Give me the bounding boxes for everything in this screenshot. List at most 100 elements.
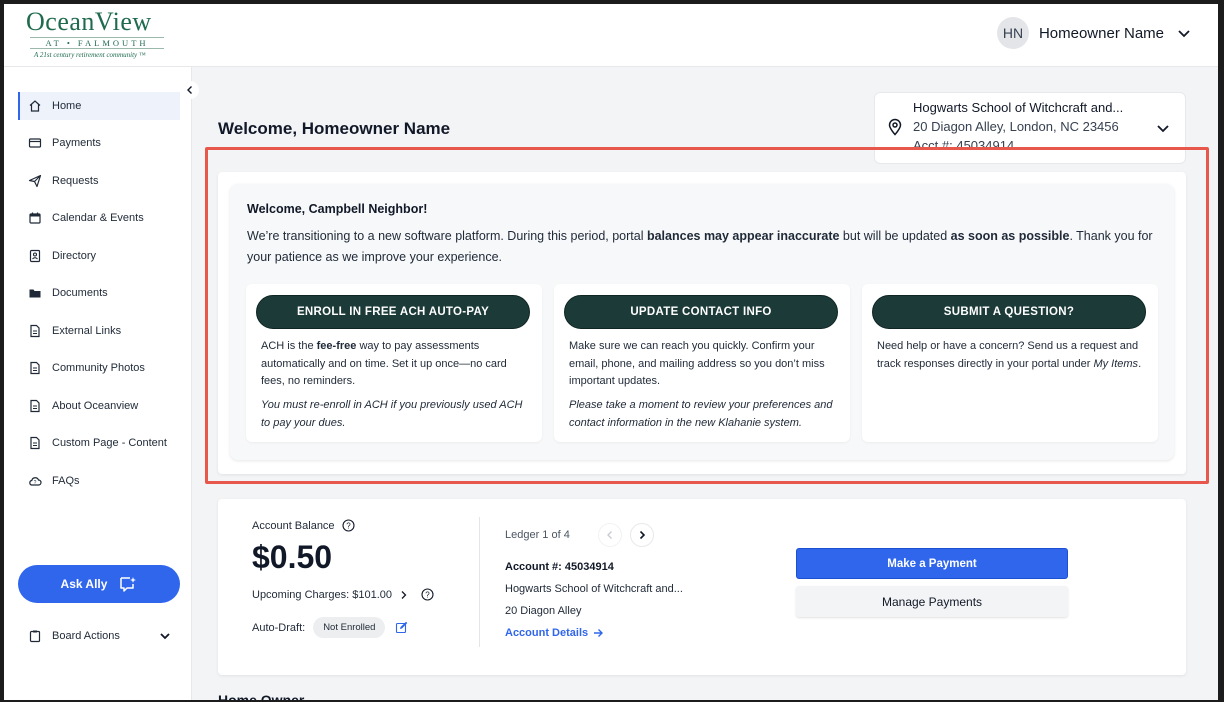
sidebar-item-about-oceanview[interactable]: About Oceanview: [18, 392, 180, 420]
chevron-down-icon: [160, 633, 170, 640]
home-icon: [29, 100, 41, 112]
logo-title: OceanView: [26, 7, 152, 36]
ledger-account-number: Account #: 45034914: [505, 561, 614, 573]
enroll-ach-button[interactable]: ENROLL IN FREE ACH AUTO-PAY: [256, 295, 530, 329]
page-document-icon: [30, 436, 40, 450]
chat-sparkle-icon: [120, 577, 137, 592]
edit-icon[interactable]: [395, 621, 408, 634]
user-name: Homeowner Name: [1038, 24, 1164, 42]
sidebar-item-label: Custom Page - Content: [52, 437, 167, 449]
account-details-label: Account Details: [505, 627, 589, 639]
account-details-link[interactable]: Account Details: [505, 627, 604, 639]
announcement-title: Welcome, Campbell Neighbor!: [247, 202, 428, 216]
sidebar-item-label: Documents: [52, 287, 108, 299]
ach-card: ENROLL IN FREE ACH AUTO-PAY ACH is the f…: [246, 284, 542, 442]
calendar-icon: [29, 212, 41, 224]
help-circle-icon[interactable]: ?: [421, 588, 434, 601]
submit-question-button[interactable]: SUBMIT A QUESTION?: [872, 295, 1146, 329]
send-icon: [28, 174, 42, 188]
contact-book-icon: [29, 249, 41, 263]
property-name: Hogwarts School of Witchcraft and...: [913, 100, 1124, 115]
cloud-question-icon: ?: [29, 477, 42, 486]
home-owner-section-title: Home Owner: [218, 692, 305, 700]
avatar: HN: [996, 17, 1029, 49]
question-description: Need help or have a concern? Send us a r…: [877, 340, 1142, 370]
sidebar-item-board-actions[interactable]: Board Actions: [18, 622, 180, 650]
sidebar-item-label: About Oceanview: [52, 400, 139, 412]
question-card: SUBMIT A QUESTION? Need help or have a c…: [862, 284, 1158, 442]
app-window: OceanView AT • FALMOUTH A 21st century r…: [4, 4, 1218, 700]
update-contact-button[interactable]: UPDATE CONTACT INFO: [564, 295, 838, 329]
credit-card-icon: [28, 138, 42, 148]
chevron-left-icon: [607, 531, 612, 539]
sidebar-item-documents[interactable]: Documents: [18, 279, 180, 307]
svg-text:?: ?: [425, 590, 430, 599]
chevron-right-icon: [639, 530, 646, 540]
info-document-icon: [30, 399, 40, 413]
make-payment-button[interactable]: Make a Payment: [796, 548, 1068, 579]
ledger-next-button[interactable]: [630, 523, 654, 547]
sidebar-item-label: Payments: [52, 137, 101, 149]
property-address: 20 Diagon Alley, London, NC 23456: [913, 119, 1119, 134]
status-badge: Not Enrolled: [313, 617, 386, 638]
svg-text:?: ?: [346, 521, 351, 530]
user-menu[interactable]: HN Homeowner Name: [996, 17, 1192, 49]
main-content: Welcome, Homeowner Name Hogwarts School …: [192, 67, 1218, 700]
sidebar-item-external-links[interactable]: External Links: [18, 317, 180, 345]
contact-card: UPDATE CONTACT INFO Make sure we can rea…: [554, 284, 850, 442]
announcement-text: We’re transitioning to a new software pl…: [247, 229, 1153, 264]
photo-document-icon: [30, 361, 40, 375]
clipboard-icon: [29, 630, 41, 643]
sidebar-item-requests[interactable]: Requests: [18, 167, 180, 195]
sidebar-item-faqs[interactable]: ? FAQs: [18, 467, 180, 495]
announcement-card: Welcome, Campbell Neighbor! We’re transi…: [230, 184, 1174, 460]
sidebar-item-label: Home: [52, 100, 82, 112]
svg-text:?: ?: [34, 480, 37, 486]
ask-ally-label: Ask Ally: [60, 577, 108, 591]
manage-payments-button[interactable]: Manage Payments: [796, 586, 1068, 617]
folder-icon: [29, 289, 41, 298]
upcoming-charges: Upcoming Charges: $101.00: [252, 588, 393, 601]
property-account: Acct #: 45034914: [913, 138, 1015, 153]
ledger-label: Ledger 1 of 4: [505, 529, 570, 541]
ledger-prev-button[interactable]: [598, 523, 622, 547]
chevron-down-icon: [1178, 30, 1190, 38]
arrow-right-icon: [594, 629, 604, 637]
page-title: Welcome, Homeowner Name: [218, 119, 451, 138]
ledger-street: 20 Diagon Alley: [505, 605, 582, 617]
help-circle-icon[interactable]: ?: [342, 519, 355, 532]
contact-description: Make sure we can reach you quickly. Conf…: [569, 340, 825, 387]
auto-draft-label: Auto-Draft:: [252, 621, 306, 634]
sidebar-item-payments[interactable]: Payments: [18, 129, 180, 157]
sidebar-item-directory[interactable]: Directory: [18, 242, 180, 270]
balance-label-row: Account Balance ?: [252, 519, 355, 532]
sidebar-item-custom-page[interactable]: Custom Page - Content: [18, 429, 180, 457]
sidebar-item-label: Calendar & Events: [52, 212, 144, 224]
balance-label: Account Balance: [252, 519, 335, 532]
contact-note: Please take a moment to review your pref…: [569, 399, 833, 429]
ledger-property-name: Hogwarts School of Witchcraft and...: [505, 583, 683, 595]
sidebar: Home Payments Requests Calendar & Events…: [4, 67, 192, 700]
chevron-right-icon: [401, 590, 407, 599]
sidebar-item-community-photos[interactable]: Community Photos: [18, 354, 180, 382]
sidebar-item-calendar-events[interactable]: Calendar & Events: [18, 204, 180, 232]
chevron-down-icon: [1157, 125, 1169, 133]
top-bar: OceanView AT • FALMOUTH A 21st century r…: [4, 4, 1218, 67]
sidebar-item-label: FAQs: [52, 475, 80, 487]
sidebar-item-label: External Links: [52, 325, 122, 337]
auto-draft-row: Auto-Draft: Not Enrolled: [252, 617, 408, 638]
sidebar-item-label: Directory: [52, 250, 97, 262]
sidebar-item-label: Community Photos: [52, 362, 145, 374]
logo-tagline: A 21st century retirement community ™: [34, 51, 146, 59]
account-balance-card: Account Balance ? $0.50 Upcoming Charges…: [218, 499, 1186, 675]
ask-ally-button[interactable]: Ask Ally: [18, 565, 180, 603]
map-pin-icon: [888, 118, 902, 136]
announcement-panel: Welcome, Campbell Neighbor! We’re transi…: [218, 172, 1186, 474]
oceanview-logo[interactable]: OceanView AT • FALMOUTH A 21st century r…: [26, 8, 166, 62]
sidebar-item-home[interactable]: Home: [18, 92, 180, 120]
sidebar-item-label: Board Actions: [52, 630, 120, 642]
upcoming-charges-row[interactable]: Upcoming Charges: $101.00 ?: [252, 588, 434, 601]
balance-amount: $0.50: [252, 539, 333, 575]
property-selector[interactable]: Hogwarts School of Witchcraft and... 20 …: [874, 92, 1186, 164]
divider: [479, 517, 480, 647]
